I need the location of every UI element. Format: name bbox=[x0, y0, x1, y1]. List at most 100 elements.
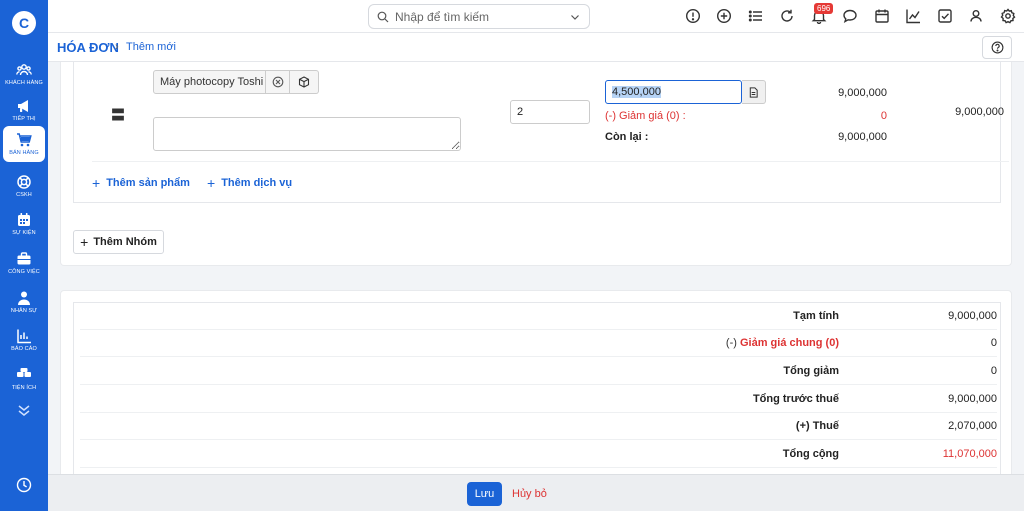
tax-value: 2,070,000 bbox=[948, 420, 997, 432]
clear-product-button[interactable] bbox=[266, 70, 290, 94]
trend-chart-icon bbox=[906, 9, 920, 24]
add-product-link[interactable]: + Thêm sản phẩm bbox=[92, 175, 190, 191]
top-bar: 696 bbox=[48, 0, 1024, 33]
drag-handle-icon[interactable]: 〓 bbox=[111, 105, 125, 125]
clear-circle-icon bbox=[272, 76, 283, 88]
search-input[interactable] bbox=[395, 9, 569, 24]
grand-total-label: Tổng cộng bbox=[782, 448, 839, 460]
reports-button[interactable] bbox=[905, 8, 921, 24]
quantity-input[interactable] bbox=[510, 100, 590, 124]
document-icon bbox=[749, 86, 758, 98]
summary-row-pre-tax: Tổng trước thuế 9,000,000 bbox=[80, 386, 997, 413]
sidebar-item-label: CSKH bbox=[16, 192, 32, 198]
line-items-card: 〓 Máy photocopy Toshi 4,500,000 9,000,00… bbox=[60, 62, 1012, 266]
plus-icon: + bbox=[207, 175, 216, 191]
chevron-double-down-icon[interactable] bbox=[16, 402, 32, 418]
line-discount-link[interactable]: (-) Giảm giá (0) : bbox=[605, 110, 686, 122]
summary-row-total-discount: Tổng giảm 0 bbox=[80, 358, 997, 385]
sidebar-item-events[interactable]: SỰ KIỆN bbox=[3, 206, 45, 242]
total-discount-label: Tổng giảm bbox=[783, 365, 839, 377]
help-icon bbox=[991, 41, 1003, 54]
calendar-icon bbox=[875, 9, 889, 23]
sidebar-item-label: BÁN HÀNG bbox=[9, 150, 39, 156]
sidebar-item-hr[interactable]: NHÂN SỰ bbox=[3, 284, 45, 320]
general-discount-label[interactable]: (-) Giảm giá chung (0) bbox=[726, 337, 839, 349]
line-subtotal: 9,000,000 bbox=[838, 87, 887, 99]
briefcase-icon bbox=[17, 252, 31, 265]
sidebar: C KHÁCH HÀNG TIẾP THỊ BÁN HÀNG CSKH SỰ K… bbox=[0, 0, 48, 511]
breadcrumb-separator: › bbox=[115, 41, 119, 53]
add-service-link[interactable]: + Thêm dịch vụ bbox=[207, 175, 292, 191]
alert-circle-icon bbox=[685, 8, 701, 24]
tasks-button[interactable] bbox=[937, 8, 953, 24]
line-items-table: 〓 Máy photocopy Toshi 4,500,000 9,000,00… bbox=[73, 62, 1009, 203]
unit-price-input[interactable]: 4,500,000 bbox=[605, 80, 742, 104]
app-logo[interactable]: C bbox=[12, 11, 36, 35]
breadcrumb-current: Thêm mới bbox=[126, 41, 176, 53]
breadcrumb-root[interactable]: HÓA ĐƠN bbox=[57, 40, 119, 55]
pre-tax-value: 9,000,000 bbox=[948, 393, 997, 405]
description-field[interactable] bbox=[153, 117, 461, 151]
sidebar-item-label: TIẾP THỊ bbox=[12, 116, 36, 122]
line-total: 9,000,000 bbox=[955, 106, 1004, 118]
gear-icon bbox=[1000, 8, 1016, 24]
general-discount-prefix: (-) bbox=[725, 337, 737, 349]
calendar-button[interactable] bbox=[874, 8, 890, 24]
grand-total-value: 11,070,000 bbox=[942, 448, 997, 460]
total-discount-value: 0 bbox=[990, 365, 997, 377]
sidebar-item-reports[interactable]: BÁO CÁO bbox=[3, 322, 45, 358]
clock-icon[interactable] bbox=[16, 477, 32, 493]
form-footer: Lưu Hủy bỏ bbox=[48, 474, 1024, 511]
sidebar-item-label: TIỆN ÍCH bbox=[11, 385, 37, 391]
summary-row-tax: (+) Thuế 2,070,000 bbox=[80, 413, 997, 440]
summary-row-grand-total: Tổng cộng 11,070,000 bbox=[80, 441, 997, 468]
add-group-button[interactable]: + Thêm Nhóm bbox=[73, 230, 164, 254]
profile-button[interactable] bbox=[968, 8, 984, 24]
search-box[interactable] bbox=[368, 4, 590, 29]
unit-price-value: 4,500,000 bbox=[612, 86, 661, 98]
sidebar-item-tasks[interactable]: CÔNG VIỆC bbox=[3, 245, 45, 281]
breadcrumb: HÓA ĐƠN › Thêm mới bbox=[48, 33, 1024, 62]
sidebar-item-customers[interactable]: KHÁCH HÀNG bbox=[3, 56, 45, 92]
plus-icon: + bbox=[80, 234, 89, 250]
select-product-button[interactable] bbox=[290, 70, 319, 94]
add-button[interactable] bbox=[716, 8, 732, 24]
sidebar-item-label: NHÂN SỰ bbox=[10, 308, 38, 314]
general-discount-link[interactable]: Giảm giá chung (0) bbox=[740, 337, 839, 349]
chart-icon bbox=[17, 329, 31, 344]
search-icon bbox=[377, 11, 389, 22]
price-list-button[interactable] bbox=[742, 80, 766, 104]
add-group-label: Thêm Nhóm bbox=[93, 236, 157, 248]
users-icon bbox=[16, 64, 32, 76]
sidebar-item-marketing[interactable]: TIẾP THỊ bbox=[3, 92, 45, 128]
save-button[interactable]: Lưu bbox=[467, 482, 502, 506]
sidebar-item-label: KHÁCH HÀNG bbox=[5, 80, 43, 86]
list-button[interactable] bbox=[748, 8, 764, 24]
product-field[interactable]: Máy photocopy Toshi bbox=[153, 70, 266, 94]
refresh-button[interactable] bbox=[779, 8, 795, 24]
sidebar-item-label: SỰ KIỆN bbox=[12, 230, 36, 236]
tax-label[interactable]: (+) Thuế bbox=[796, 420, 839, 432]
help-button[interactable] bbox=[982, 36, 1012, 59]
summary-table: Tạm tính 9,000,000 (-) Giảm giá chung (0… bbox=[73, 302, 1001, 481]
add-service-label: Thêm dịch vụ bbox=[221, 177, 293, 189]
subtotal-label: Tạm tính bbox=[793, 310, 839, 322]
summary-row-general-discount: (-) Giảm giá chung (0) 0 bbox=[80, 330, 997, 357]
user-icon bbox=[970, 10, 982, 22]
megaphone-icon bbox=[18, 100, 28, 112]
boxes-icon bbox=[17, 368, 31, 377]
sidebar-item-sales[interactable]: BÁN HÀNG bbox=[3, 126, 45, 162]
cancel-button[interactable]: Hủy bỏ bbox=[506, 482, 553, 506]
settings-button[interactable] bbox=[1000, 8, 1016, 24]
remaining-label: Còn lại : bbox=[605, 131, 649, 143]
summary-card: Tạm tính 9,000,000 (-) Giảm giá chung (0… bbox=[60, 290, 1012, 481]
sidebar-item-utilities[interactable]: TIỆN ÍCH bbox=[3, 361, 45, 397]
pre-tax-label: Tổng trước thuế bbox=[752, 393, 839, 405]
package-icon bbox=[298, 76, 310, 88]
chevron-down-icon[interactable] bbox=[569, 11, 581, 23]
alert-button[interactable] bbox=[685, 8, 701, 24]
sidebar-item-support[interactable]: CSKH bbox=[3, 168, 45, 204]
messages-button[interactable] bbox=[842, 8, 858, 24]
list-icon bbox=[748, 10, 762, 22]
line-discount-value: 0 bbox=[880, 110, 887, 122]
